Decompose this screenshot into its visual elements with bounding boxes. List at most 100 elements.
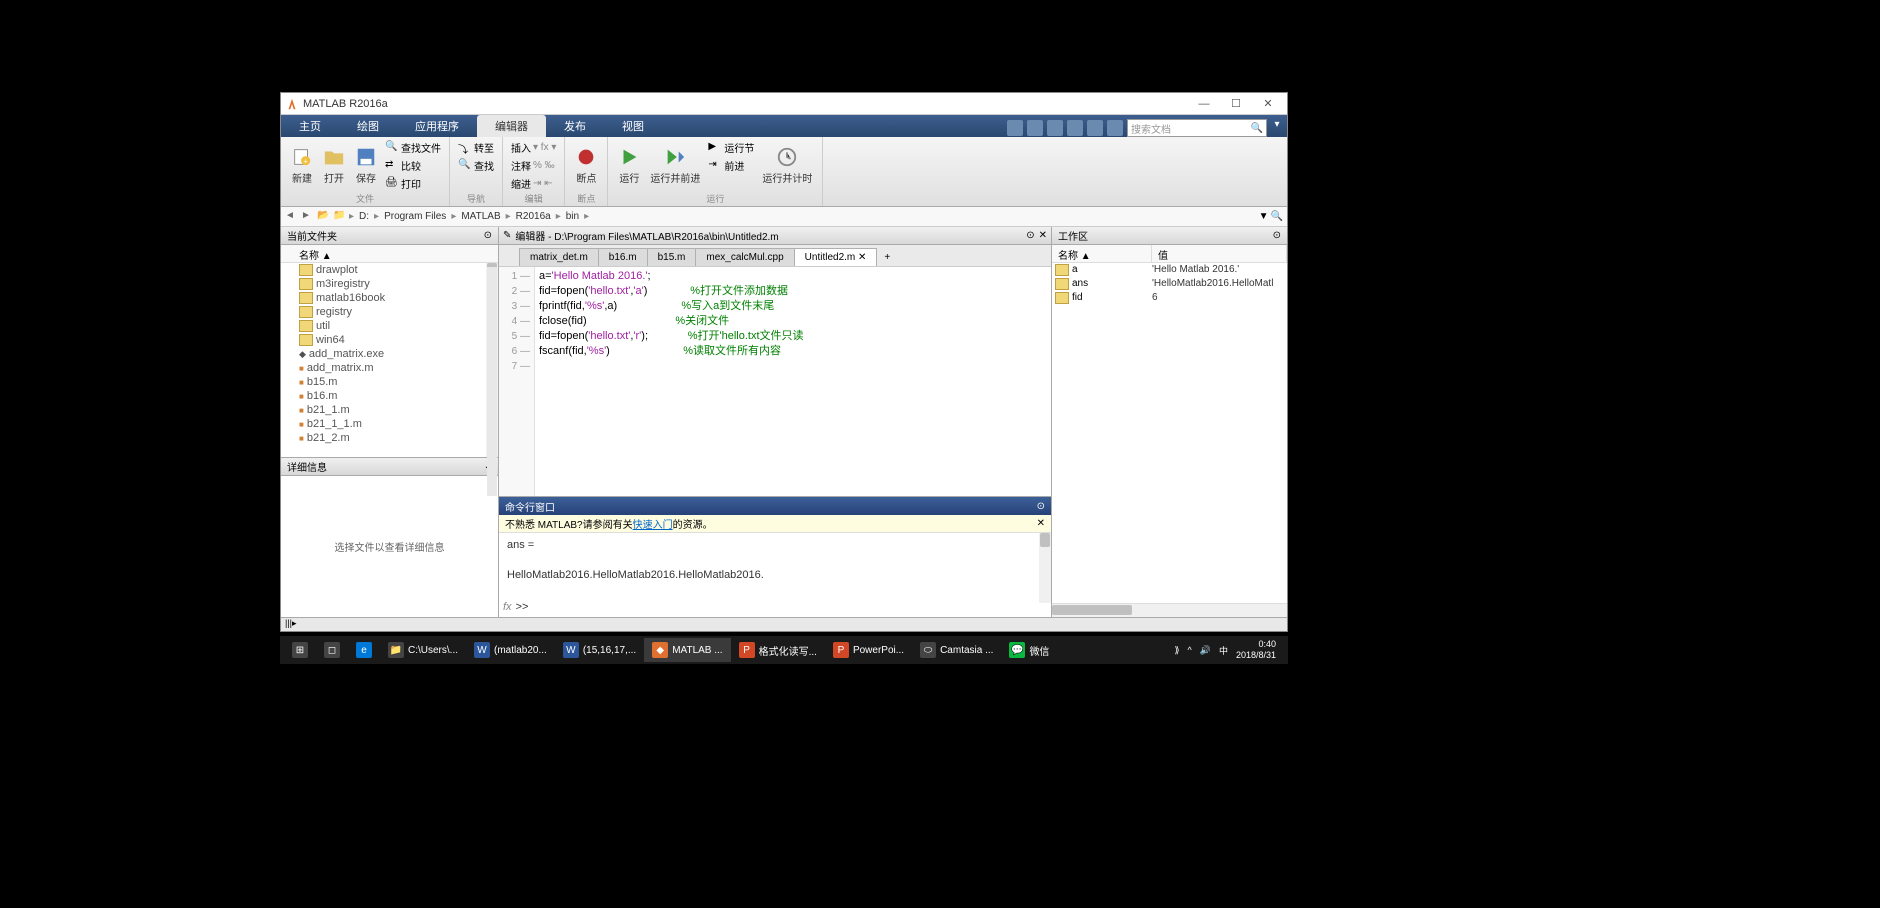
indent-button[interactable]: 缩进 ⇥ ⇤ (509, 175, 558, 192)
open-button[interactable]: 打开 (319, 139, 349, 192)
path-seg[interactable]: Program Files (381, 211, 449, 222)
ribbon-collapse[interactable]: ▾ (1271, 119, 1283, 137)
tab-plots[interactable]: 绘图 (339, 115, 397, 137)
tab-publish[interactable]: 发布 (546, 115, 604, 137)
search-docs[interactable]: 搜索文档 🔍 (1127, 119, 1267, 137)
taskbar-item[interactable]: ⬭Camtasia ... (912, 638, 1001, 662)
taskbar-item[interactable]: 📁C:\Users\... (380, 638, 466, 662)
runadvance-button[interactable]: 运行并前进 (646, 139, 704, 192)
editor-tab[interactable]: b15.m (647, 248, 697, 266)
tab-apps[interactable]: 应用程序 (397, 115, 477, 137)
comment-button[interactable]: 注释 % ‰ (509, 157, 558, 174)
editor-scrollbar[interactable] (487, 267, 497, 496)
editor-tab[interactable]: matrix_det.m (519, 248, 599, 266)
editor-body[interactable]: 1 —2 —3 —4 —5 —6 —7 — a='Hello Matlab 20… (499, 267, 1051, 496)
qat-icon[interactable] (1047, 120, 1063, 136)
new-tab-button[interactable]: + (876, 249, 898, 266)
insert-button[interactable]: 插入 ▾ fx ▾ (509, 139, 558, 156)
print-button[interactable]: 🖨打印 (383, 175, 443, 192)
back-button[interactable]: ◄ (285, 210, 299, 224)
path-dropdown[interactable]: ▼ (1259, 211, 1269, 222)
close-button[interactable]: ✕ (1253, 95, 1283, 113)
workspace-variable[interactable]: fid6 (1052, 291, 1287, 305)
taskbar-item[interactable]: PPowerPoi... (825, 638, 912, 662)
tray-net-icon[interactable]: 🔊 (1200, 645, 1211, 656)
file-item[interactable]: util (281, 319, 498, 333)
panel-menu-icon[interactable]: ⊙ (484, 230, 492, 241)
qat-icon[interactable] (1007, 120, 1023, 136)
editor-close-icon[interactable]: ✕ (1039, 230, 1047, 241)
workspace-scrollbar-h[interactable] (1052, 603, 1287, 617)
tray-ime-icon[interactable]: 中 (1219, 644, 1228, 657)
forward-button[interactable]: ► (301, 210, 315, 224)
banner-close-icon[interactable]: ✕ (1037, 518, 1045, 529)
taskbar-item[interactable]: W(15,16,17,... (555, 638, 644, 662)
taskbar-item[interactable]: e (348, 638, 380, 662)
qat-icon[interactable] (1027, 120, 1043, 136)
file-item[interactable]: b21_1.m (281, 403, 498, 417)
new-button[interactable]: + 新建 (287, 139, 317, 192)
file-item[interactable]: drawplot (281, 263, 498, 277)
file-item[interactable]: b16.m (281, 389, 498, 403)
taskbar-item[interactable]: ◆MATLAB ... (644, 638, 730, 662)
path-drive[interactable]: D: (356, 211, 372, 222)
qat-icon[interactable] (1067, 120, 1083, 136)
find-button[interactable]: 🔍查找 (456, 157, 496, 174)
command-body[interactable]: ans = HelloMatlab2016.HelloMatlab2016.He… (499, 533, 1051, 617)
file-item[interactable]: add_matrix.exe (281, 347, 498, 361)
code-area[interactable]: a='Hello Matlab 2016.';fid=fopen('hello.… (535, 267, 1051, 496)
path-search-icon[interactable]: 🔍 (1271, 211, 1283, 222)
runtime-button[interactable]: 运行并计时 (758, 139, 816, 192)
editor-tab[interactable]: b16.m (598, 248, 648, 266)
file-item[interactable]: b21_2.m (281, 431, 498, 445)
ws-col-value[interactable]: 值 (1152, 245, 1287, 262)
maximize-button[interactable]: ☐ (1221, 95, 1251, 113)
taskbar-item[interactable]: 💬微信 (1001, 638, 1057, 662)
qat-icon[interactable] (1087, 120, 1103, 136)
workspace-columns: 名称 ▲ 值 (1052, 245, 1287, 263)
tray-up-icon[interactable]: ^ (1187, 645, 1191, 655)
file-item[interactable]: matlab16book (281, 291, 498, 305)
editor-tab[interactable]: Untitled2.m ✕ (794, 248, 878, 266)
file-item[interactable]: b21_1_1.m (281, 417, 498, 431)
command-menu-icon[interactable]: ⊙ (1037, 501, 1045, 512)
help-icon[interactable] (1107, 120, 1123, 136)
path-seg[interactable]: bin (563, 211, 582, 222)
editor-tab[interactable]: mex_calcMul.cpp (695, 248, 794, 266)
command-scrollbar[interactable] (1039, 533, 1051, 603)
ws-col-name[interactable]: 名称 ▲ (1052, 245, 1152, 262)
taskbar-item[interactable]: W(matlab20... (466, 638, 555, 662)
file-item[interactable]: add_matrix.m (281, 361, 498, 375)
taskbar-item[interactable]: P格式化读写... (731, 638, 825, 662)
workspace-variable[interactable]: a'Hello Matlab 2016.' (1052, 263, 1287, 277)
path-seg[interactable]: R2016a (513, 211, 554, 222)
tab-home[interactable]: 主页 (281, 115, 339, 137)
run-button[interactable]: 运行 (614, 139, 644, 192)
findfiles-button[interactable]: 🔍查找文件 (383, 139, 443, 156)
goto-button[interactable]: ⤵转至 (456, 139, 496, 156)
file-item[interactable]: win64 (281, 333, 498, 347)
path-seg[interactable]: MATLAB (458, 211, 503, 222)
workspace-menu-icon[interactable]: ⊙ (1273, 230, 1281, 241)
save-button[interactable]: 保存 (351, 139, 381, 192)
runsection-button[interactable]: ▶运行节 (706, 139, 756, 156)
tray-notif-icon[interactable]: ⟫ (1174, 645, 1179, 656)
taskbar-item[interactable]: ⊞ (284, 638, 316, 662)
quickstart-link[interactable]: 快速入门 (633, 520, 673, 531)
file-list-header[interactable]: 名称 ▲ (281, 245, 498, 263)
breakpoints-button[interactable]: 断点 (571, 139, 601, 192)
tab-view[interactable]: 视图 (604, 115, 662, 137)
file-item[interactable]: b15.m (281, 375, 498, 389)
file-item[interactable]: registry (281, 305, 498, 319)
compare-button[interactable]: ⇄比较 (383, 157, 443, 174)
file-item[interactable]: m3iregistry (281, 277, 498, 291)
tab-editor[interactable]: 编辑器 (477, 115, 546, 137)
editor-menu-icon[interactable]: ⊙ (1026, 230, 1034, 241)
advance-button[interactable]: ⇥前进 (706, 157, 756, 174)
minimize-button[interactable]: — (1189, 95, 1219, 113)
workspace-variable[interactable]: ans'HelloMatlab2016.HelloMatl (1052, 277, 1287, 291)
fx-icon[interactable]: fx (503, 599, 512, 615)
taskbar-item[interactable]: ◻ (316, 638, 348, 662)
tray-clock[interactable]: 0:40 2018/8/31 (1236, 639, 1276, 661)
up-button[interactable]: 📂 (317, 210, 331, 224)
